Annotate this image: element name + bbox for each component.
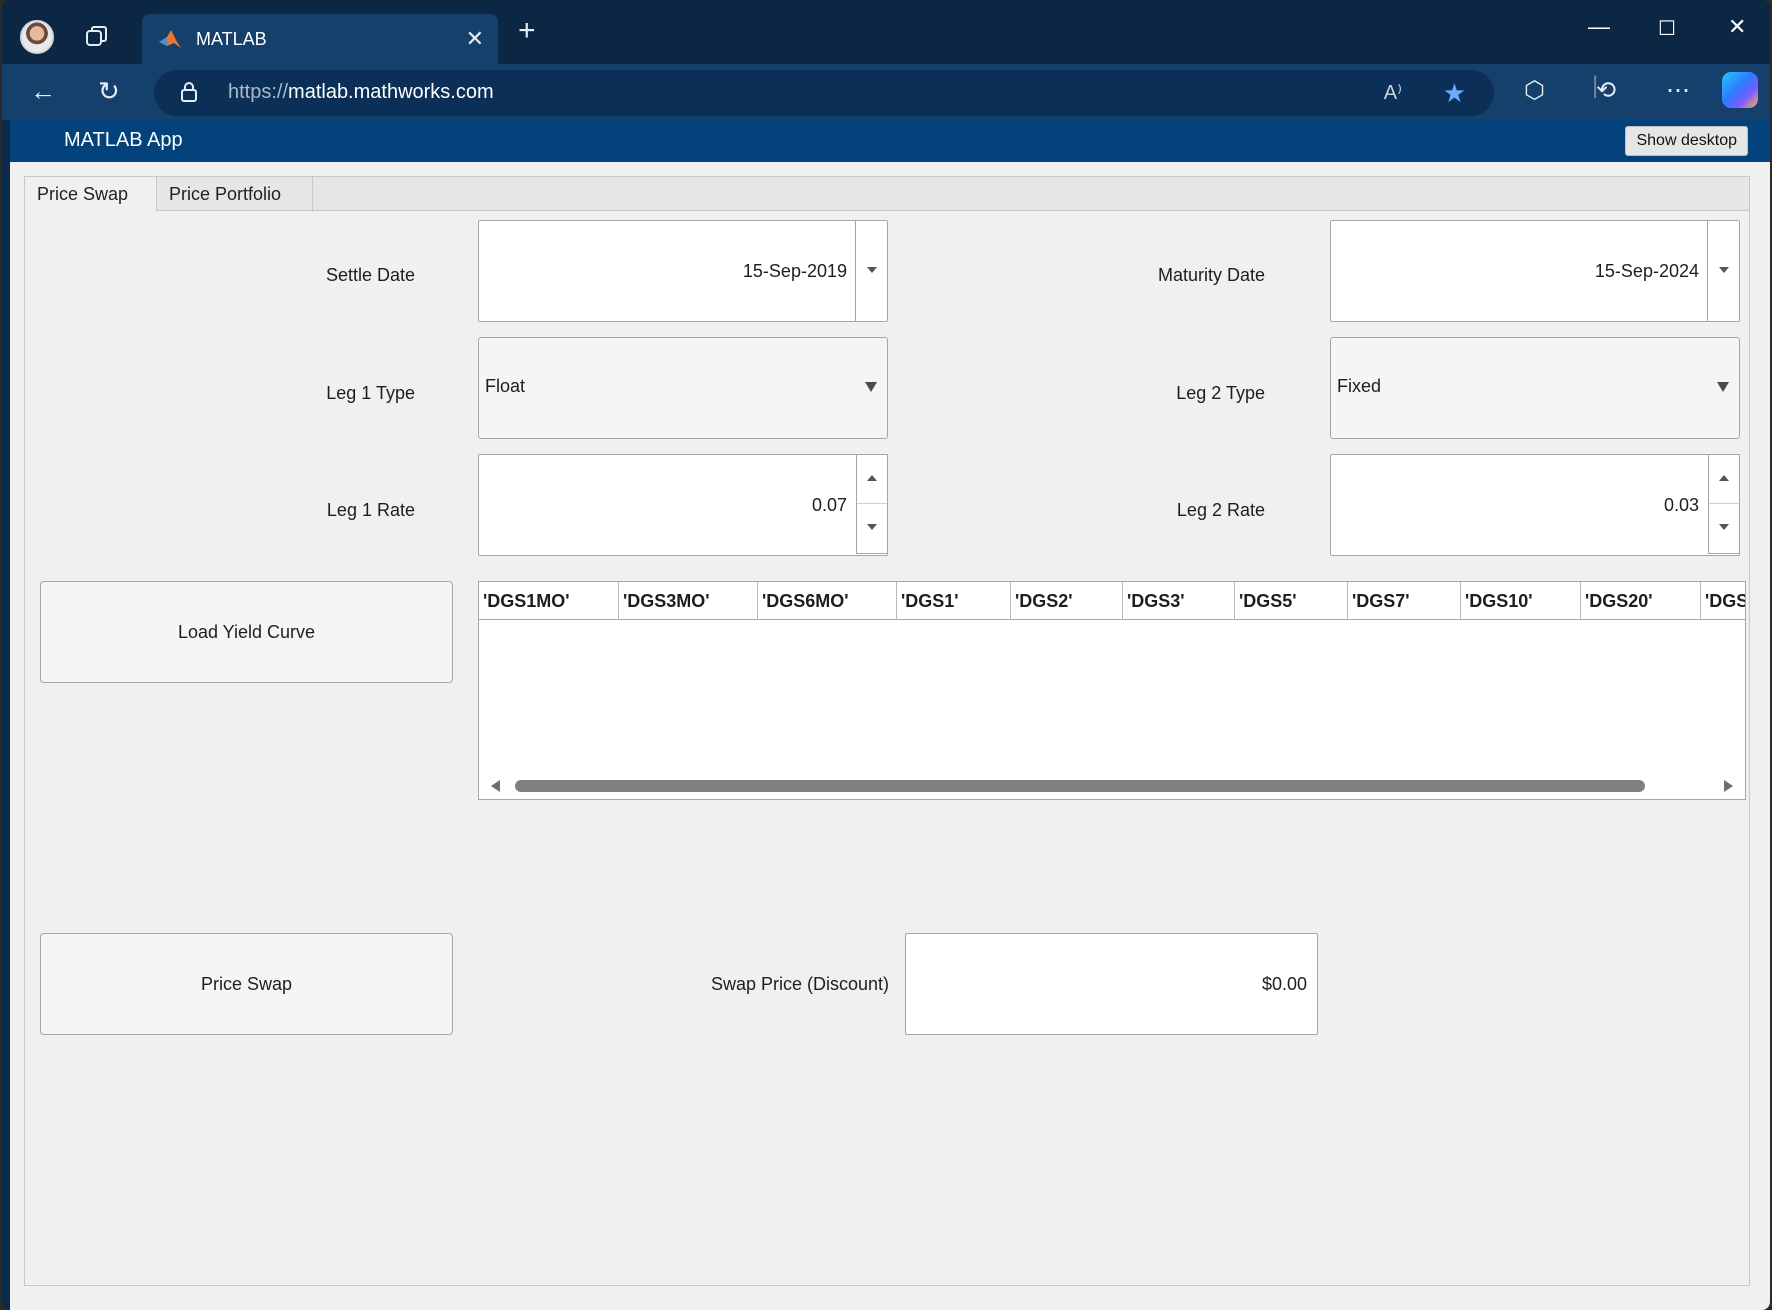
swap-price-field[interactable]: $0.00 <box>905 933 1318 1035</box>
maximize-icon[interactable]: ☐ <box>1658 16 1676 41</box>
leg2-type-label: Leg 2 Type <box>1176 383 1265 403</box>
load-yield-curve-button[interactable]: Load Yield Curve <box>40 581 453 683</box>
chevron-down-icon <box>1719 267 1729 273</box>
leg2-type-dropdown[interactable]: Fixed <box>1330 337 1740 439</box>
settle-date-dropdown-button[interactable] <box>855 221 887 321</box>
read-aloud-icon[interactable]: A⁾ <box>1384 80 1402 105</box>
leg1-rate-value: 0.07 <box>811 495 847 515</box>
column-header[interactable]: 'DGS20' <box>1581 582 1701 620</box>
window-close-icon[interactable]: ✕ <box>1728 14 1746 40</box>
spin-down-button[interactable] <box>1709 504 1739 553</box>
leg2-rate-label: Leg 2 Rate <box>1176 500 1265 520</box>
leg2-rate-value: 0.03 <box>1663 495 1699 515</box>
app-title: MATLAB App <box>64 129 183 151</box>
spin-down-button[interactable] <box>857 504 887 553</box>
workspaces-icon[interactable] <box>84 24 110 50</box>
more-icon[interactable]: ⋯ <box>1666 76 1690 105</box>
settle-date-value: 15-Sep-2019 <box>742 261 847 281</box>
favorite-star-icon[interactable]: ★ <box>1443 78 1466 109</box>
url-text[interactable]: https://matlab.mathworks.com <box>228 81 494 104</box>
column-header[interactable]: 'DGS1' <box>897 582 1011 620</box>
settle-date-picker[interactable]: 15-Sep-2019 <box>478 220 888 322</box>
tab-price-swap[interactable]: Price Swap <box>25 177 157 212</box>
maturity-date-dropdown-button[interactable] <box>1707 221 1739 321</box>
chevron-down-icon <box>1719 524 1729 530</box>
yield-curve-table[interactable]: 'DGS1MO' 'DGS3MO' 'DGS6MO' 'DGS1' 'DGS2'… <box>478 581 1746 800</box>
column-header[interactable]: 'DGS5' <box>1235 582 1348 620</box>
tab-title: MATLAB <box>196 29 267 49</box>
scroll-right-icon[interactable] <box>1724 780 1733 792</box>
plus-icon[interactable]: + <box>518 16 536 46</box>
maturity-date-picker[interactable]: 15-Sep-2024 <box>1330 220 1740 322</box>
column-header[interactable]: 'DGS <box>1701 582 1745 620</box>
leg1-rate-label: Leg 1 Rate <box>326 500 415 520</box>
leg1-type-value: Float <box>485 376 526 396</box>
leg1-type-dropdown[interactable]: Float <box>478 337 888 439</box>
leg1-rate-spin-buttons <box>856 454 888 554</box>
browser-window: MATLAB ✕ + — ☐ ✕ ← ↻ https://matlab.math… <box>2 0 1770 1310</box>
settle-date-label: Settle Date <box>325 265 415 285</box>
leg2-rate-spinner[interactable]: 0.03 <box>1330 454 1740 556</box>
table-header: 'DGS1MO' 'DGS3MO' 'DGS6MO' 'DGS1' 'DGS2'… <box>479 582 1745 620</box>
app-body: Price Swap Price Portfolio Settle Date 1… <box>10 162 1770 1310</box>
chevron-up-icon <box>867 475 877 481</box>
dropdown-arrow-icon <box>865 382 877 392</box>
spin-up-button[interactable] <box>857 455 887 504</box>
copilot-icon[interactable] <box>1722 72 1758 108</box>
swap-price-value: $0.00 <box>1261 974 1307 994</box>
url-protocol: https:// <box>228 81 289 103</box>
leg1-rate-spinner[interactable]: 0.07 <box>478 454 888 556</box>
chevron-down-icon <box>867 267 877 273</box>
profile-avatar[interactable] <box>20 20 54 54</box>
column-header[interactable]: 'DGS7' <box>1348 582 1461 620</box>
history-icon[interactable]: ⟲ <box>1596 76 1616 105</box>
chevron-down-icon <box>867 524 877 530</box>
column-header[interactable]: 'DGS3MO' <box>619 582 758 620</box>
browser-tab-matlab[interactable]: MATLAB ✕ <box>142 14 498 64</box>
scroll-left-icon[interactable] <box>491 780 500 792</box>
column-header[interactable]: 'DGS10' <box>1461 582 1581 620</box>
price-swap-button[interactable]: Price Swap <box>40 933 453 1035</box>
navigation-bar: ← ↻ https://matlab.mathworks.com A⁾ ★ ⬡ … <box>2 64 1770 120</box>
matlab-logo <box>159 30 181 48</box>
leg2-rate-spin-buttons <box>1708 454 1740 554</box>
maturity-date-value: 15-Sep-2024 <box>1594 261 1699 281</box>
column-header[interactable]: 'DGS3' <box>1123 582 1235 620</box>
tab-group: Price Swap Price Portfolio Settle Date 1… <box>24 176 1750 1286</box>
show-desktop-button[interactable]: Show desktop <box>1625 126 1748 156</box>
lock-icon <box>181 82 197 102</box>
title-bar: MATLAB ✕ + — ☐ ✕ <box>2 0 1770 64</box>
app-header: MATLAB App Show desktop <box>10 120 1770 162</box>
column-header[interactable]: 'DGS1MO' <box>479 582 619 620</box>
column-header[interactable]: 'DGS2' <box>1011 582 1123 620</box>
scrollbar-thumb[interactable] <box>515 780 1645 792</box>
chevron-up-icon <box>1719 475 1729 481</box>
spin-up-button[interactable] <box>1709 455 1739 504</box>
swap-price-label: Swap Price (Discount) <box>710 974 889 994</box>
tab-price-portfolio[interactable]: Price Portfolio <box>157 177 313 212</box>
address-bar[interactable]: https://matlab.mathworks.com A⁾ ★ <box>154 70 1494 116</box>
maturity-date-label: Maturity Date <box>1157 265 1265 285</box>
leg1-type-label: Leg 1 Type <box>326 383 415 403</box>
refresh-icon[interactable]: ↻ <box>98 76 120 107</box>
url-host: matlab.mathworks.com <box>288 81 494 103</box>
leg2-type-value: Fixed <box>1337 376 1382 396</box>
back-icon[interactable]: ← <box>30 76 56 107</box>
minimize-icon[interactable]: — <box>1588 14 1610 40</box>
close-icon[interactable]: ✕ <box>466 26 484 52</box>
column-header[interactable]: 'DGS6MO' <box>758 582 897 620</box>
tab-strip: Price Swap Price Portfolio <box>25 177 1749 212</box>
dropdown-arrow-icon <box>1717 382 1729 392</box>
extensions-icon[interactable]: ⬡ <box>1524 76 1545 105</box>
horizontal-scrollbar[interactable] <box>479 773 1745 799</box>
